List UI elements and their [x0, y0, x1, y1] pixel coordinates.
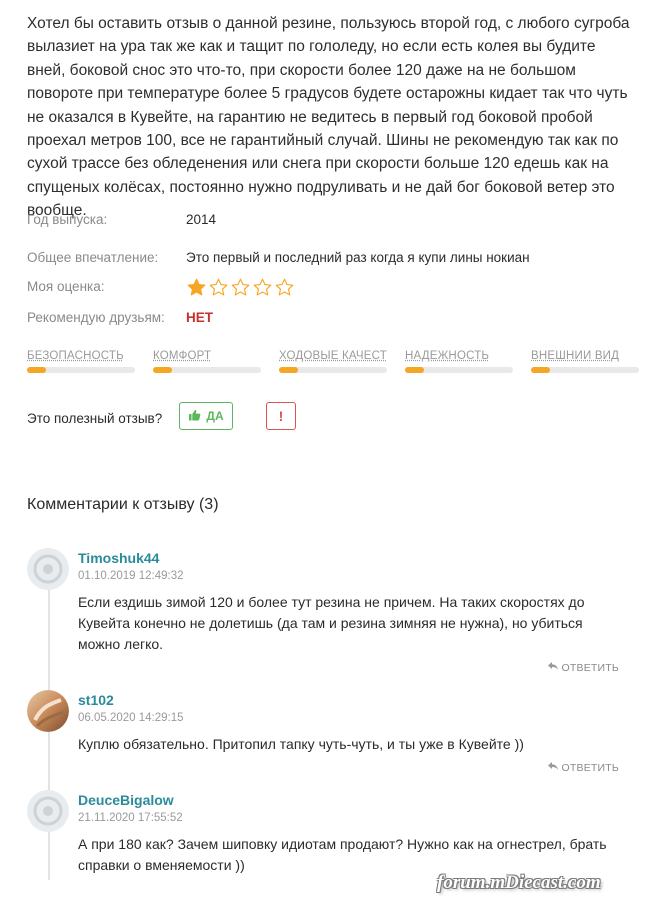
score-track — [153, 367, 261, 373]
recommend-label: Рекомендую друзьям: — [27, 310, 165, 325]
star-empty-icon — [275, 278, 294, 296]
reply-button[interactable]: ОТВЕТИТЬ — [547, 761, 619, 774]
comment-text: Если ездишь зимой 120 и более тут резина… — [78, 594, 585, 652]
comment-author[interactable]: DeuceBigalow — [78, 792, 174, 808]
score-bar: БЕЗОПАСНОСТЬ — [27, 350, 135, 373]
score-bar: ВНЕШНИЙ ВИД — [531, 350, 639, 373]
avatar-default-icon — [27, 548, 69, 590]
report-label: ! — [278, 408, 284, 424]
reply-label: ОТВЕТИТЬ — [561, 661, 619, 674]
score-fill — [405, 367, 425, 373]
rating-label: Моя оценка: — [27, 279, 105, 294]
report-button[interactable]: ! — [266, 402, 296, 430]
comment-text: А при 180 как? Зачем шиповку идиотам про… — [78, 836, 607, 873]
thumbs-up-icon — [188, 409, 201, 424]
reply-button[interactable]: ОТВЕТИТЬ — [547, 661, 619, 674]
score-fill — [27, 367, 47, 373]
star-empty-icon — [253, 278, 272, 296]
reply-icon — [547, 661, 559, 674]
impression-label: Общее впечатление: — [27, 250, 159, 265]
year-label: Год выпуска: — [27, 212, 108, 227]
avatar-photo — [27, 690, 69, 732]
comment-date: 06.05.2020 14:29:15 — [78, 712, 184, 724]
rating-stars — [186, 277, 295, 298]
useful-yes-button[interactable]: ДА — [179, 402, 233, 430]
site-watermark: forum.mDiecast.com — [437, 872, 601, 893]
comment-author[interactable]: Timoshuk44 — [78, 550, 159, 566]
comment-text: Куплю обязательно. Притопил тапку чуть-ч… — [78, 736, 524, 752]
score-label: КОМФОРТ — [153, 350, 212, 362]
score-track — [405, 367, 513, 373]
comment-author[interactable]: st102 — [78, 692, 114, 708]
score-bar: ХОДОВЫЕ КАЧЕСТВА — [279, 350, 387, 373]
review-text: Хотел бы оставить отзыв о данной резине,… — [27, 15, 630, 220]
score-fill — [531, 367, 551, 373]
score-label: ВНЕШНИЙ ВИД — [531, 350, 620, 362]
recommend-value: НЕТ — [186, 310, 213, 325]
score-track — [531, 367, 639, 373]
score-label: БЕЗОПАСНОСТЬ — [27, 350, 124, 362]
star-empty-icon — [231, 278, 250, 296]
reply-label: ОТВЕТИТЬ — [561, 761, 619, 774]
comment-date: 01.10.2019 12:49:32 — [78, 570, 184, 582]
score-track — [27, 367, 135, 373]
score-fill — [153, 367, 173, 373]
comment-date: 21.11.2020 17:55:52 — [78, 812, 183, 824]
score-bar: НАДЕЖНОСТЬ — [405, 350, 513, 373]
score-fill — [279, 367, 299, 373]
score-bars: БЕЗОПАСНОСТЬ КОМФОРТ ХОДОВЫЕ КАЧЕСТВА НАДЕЖ… — [27, 350, 639, 374]
useful-yes-label: ДА — [206, 409, 224, 423]
useful-question: Это полезный отзыв? — [27, 411, 163, 426]
year-value: 2014 — [186, 212, 217, 227]
score-bar: КОМФОРТ — [153, 350, 261, 373]
star-filled-icon — [187, 278, 206, 296]
avatar-default-icon — [27, 790, 69, 832]
impression-value: Это первый и последний раз когда я купи … — [186, 250, 530, 265]
score-label: ХОДОВЫЕ КАЧЕСТВА — [279, 350, 387, 362]
score-label: НАДЕЖНОСТЬ — [405, 350, 490, 362]
reply-icon — [547, 761, 559, 774]
score-track — [279, 367, 387, 373]
star-empty-icon — [209, 278, 228, 296]
comments-title: Комментарии к отзыву (3) — [27, 496, 219, 513]
